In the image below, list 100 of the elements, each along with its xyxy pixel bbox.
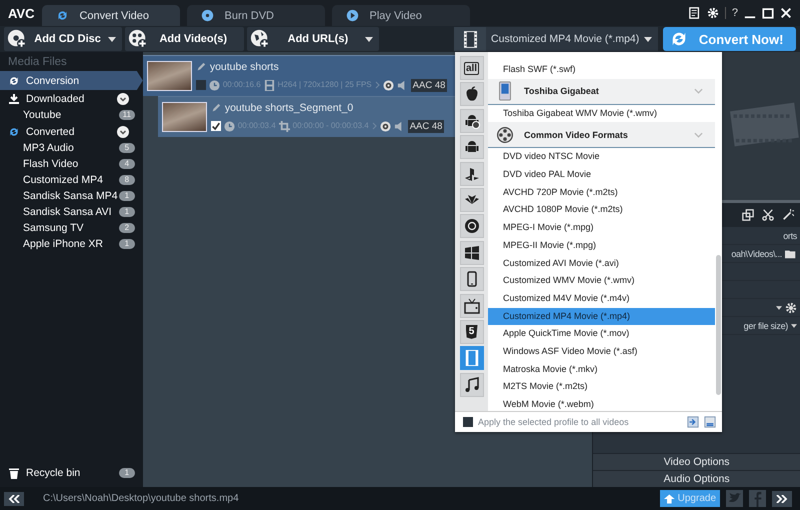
- file-path-text: C:\Users\Noah\Desktop\youtube shorts.mp4: [43, 493, 239, 504]
- count-badge: 2: [118, 223, 135, 233]
- import-icon[interactable]: [687, 416, 699, 428]
- category-button[interactable]: [460, 372, 484, 397]
- settings-icon[interactable]: [785, 302, 797, 314]
- category-button[interactable]: [460, 214, 484, 238]
- profile-dropdown[interactable]: Customized MP4 Movie (*.mp4): [454, 27, 658, 51]
- magic-wand-icon[interactable]: [782, 209, 794, 221]
- sidebar-item[interactable]: Sandisk Sansa MP4: [23, 190, 119, 202]
- profile-group-header[interactable]: Toshiba Gigabeat: [488, 78, 715, 105]
- profile-option[interactable]: DVD video PAL Movie: [488, 166, 715, 184]
- audio-track-dropdown[interactable]: AAC 48: [408, 120, 444, 132]
- category-button[interactable]: [460, 82, 484, 106]
- apple-icon: [464, 86, 480, 102]
- sidebar-item[interactable]: MP3 Audio: [23, 142, 119, 154]
- tab[interactable]: Convert Video: [42, 5, 180, 26]
- category-button[interactable]: [460, 135, 484, 160]
- sidebar-item[interactable]: Converted: [0, 123, 139, 140]
- film-strip-icon: [464, 30, 477, 48]
- caret-icon[interactable]: [776, 306, 782, 310]
- profile-option[interactable]: MPEG-II Movie (*.mpg): [488, 236, 715, 254]
- file-title: youtube shorts: [210, 60, 279, 72]
- count-badge: 1: [118, 468, 135, 478]
- category-button[interactable]: [460, 188, 484, 212]
- scissors-icon[interactable]: [762, 209, 774, 221]
- sidebar-item[interactable]: Sandisk Sansa AVI: [23, 206, 119, 218]
- sidebar-item[interactable]: Apple iPhone XR: [23, 238, 119, 250]
- caret-icon[interactable]: [791, 324, 797, 328]
- film-strip-icon: [464, 350, 480, 366]
- sidebar-item[interactable]: Flash Video: [23, 158, 119, 170]
- file-title: youtube shorts_Segment_0: [224, 102, 354, 114]
- collapse-sidebar-button[interactable]: [4, 492, 24, 506]
- sidebar-item[interactable]: Customized MP4: [23, 174, 119, 186]
- sidebar-item[interactable]: Conversion: [0, 71, 143, 90]
- clock-icon: [208, 80, 220, 90]
- profile-option[interactable]: Apple QuickTime Movie (*.mov): [488, 325, 715, 343]
- profile-option[interactable]: AVCHD 720P Movie (*.m2ts): [488, 184, 715, 202]
- count-badge: 11: [118, 110, 135, 120]
- count-badge: 8: [118, 175, 135, 185]
- options-button[interactable]: Video Options: [593, 453, 800, 470]
- toolbar-button[interactable]: Add CD Disc: [4, 27, 122, 51]
- chevron-down-icon: [694, 132, 703, 138]
- profile-option[interactable]: Matroska Movie (*.mkv): [488, 360, 715, 378]
- disc-add-icon: [7, 29, 27, 49]
- profile-option[interactable]: Customized WMV Movie (*.wmv): [488, 272, 715, 290]
- maximize-icon[interactable]: [762, 7, 774, 19]
- chevron-down-icon: [694, 88, 703, 94]
- profile-option[interactable]: Windows ASF Video Movie (*.asf): [488, 342, 715, 361]
- profile-option[interactable]: Customized M4V Movie (*.m4v): [488, 290, 715, 308]
- video-thumbnail: [146, 61, 192, 91]
- profile-option[interactable]: Customized AVI Movie (*.avi): [488, 254, 715, 272]
- audio-track-dropdown[interactable]: AAC 48: [410, 78, 448, 92]
- scrollbar-thumb[interactable]: [716, 255, 721, 395]
- play-icon: [346, 9, 360, 22]
- close-icon[interactable]: [780, 7, 792, 19]
- pencil-icon[interactable]: [210, 102, 221, 112]
- folder-icon[interactable]: [785, 248, 797, 260]
- trash-icon: [8, 467, 20, 479]
- toolbar-button[interactable]: Add Video(s): [125, 27, 244, 51]
- sidebar-item[interactable]: Youtube: [23, 109, 119, 121]
- profile-option[interactable]: Customized MP4 Movie (*.mp4): [488, 308, 715, 326]
- checkbox[interactable]: [210, 121, 221, 131]
- windows-flag-icon: [464, 244, 480, 261]
- category-button[interactable]: [460, 240, 484, 265]
- tab[interactable]: Play Video: [332, 5, 470, 26]
- options-button[interactable]: Audio Options: [593, 470, 800, 487]
- pencil-icon[interactable]: [196, 62, 206, 72]
- category-button[interactable]: [460, 162, 484, 186]
- video-thumbnail: [162, 102, 207, 132]
- sidebar-item[interactable]: Downloaded: [0, 90, 139, 107]
- caret-icon: [365, 36, 374, 42]
- category-button[interactable]: [460, 108, 484, 133]
- sidebar-heading: Media Files: [7, 56, 68, 70]
- task-list-icon[interactable]: [688, 7, 701, 19]
- profile-group-header[interactable]: Common Video Formats: [488, 122, 715, 148]
- category-button[interactable]: [460, 267, 484, 292]
- checkbox[interactable]: [196, 80, 206, 90]
- export-icon[interactable]: [704, 416, 716, 428]
- profile-option[interactable]: M2TS Movie (*.m2ts): [488, 378, 715, 396]
- collapse-chevron-icon[interactable]: [116, 126, 129, 138]
- category-button[interactable]: [460, 294, 484, 318]
- profile-option[interactable]: DVD video NTSC Movie: [488, 148, 715, 166]
- count-badge: 1: [118, 191, 135, 201]
- tab[interactable]: Burn DVD: [187, 5, 326, 26]
- copy-icon[interactable]: [742, 209, 754, 221]
- category-button[interactable]: 5: [460, 320, 484, 344]
- checkbox[interactable]: [463, 417, 473, 427]
- help-button[interactable]: ?: [724, 7, 738, 19]
- output-folder-text: oah\Videos\...: [731, 248, 782, 258]
- profile-option[interactable]: AVCHD 1080P Movie (*.m2ts): [488, 201, 715, 220]
- category-button[interactable]: all: [460, 56, 484, 80]
- toolbar-button[interactable]: Add URL(s): [247, 27, 380, 51]
- quality-dropdown-text[interactable]: ger file size): [744, 320, 788, 330]
- profile-option[interactable]: WebM Movie (*.webm): [488, 396, 715, 414]
- apply-all-label: Apply the selected profile to all videos: [478, 417, 630, 427]
- sidebar-item[interactable]: Samsung TV: [23, 222, 119, 234]
- profile-option[interactable]: MPEG-I Movie (*.mpg): [488, 219, 715, 237]
- expand-panel-button[interactable]: [772, 490, 792, 506]
- sidebar-item[interactable]: Recycle bin: [26, 467, 113, 479]
- collapse-chevron-icon[interactable]: [116, 92, 129, 104]
